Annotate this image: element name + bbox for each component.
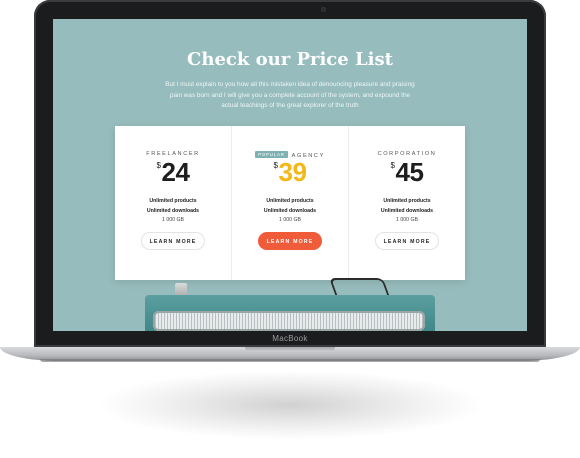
laptop-notch [245,347,335,352]
plan-features: Unlimited products Unlimited downloads 1… [115,197,231,226]
plan-features: Unlimited products Unlimited downloads 1… [349,197,465,226]
laptop-screen: Check our Price List But I must explain … [53,19,527,331]
price-amount: 39 [278,157,307,187]
plan-price: $ 24 [115,157,231,187]
feature-products: Unlimited products [383,198,431,204]
feature-products: Unlimited products [149,198,197,204]
page-title: Check our Price List [187,49,393,70]
plan-features: Unlimited products Unlimited downloads 1… [232,197,348,226]
learn-more-button-corporation[interactable]: LEARN MORE [375,232,439,250]
page-subtext: But I must explain to you how all this m… [165,81,415,109]
laptop-base-rim [40,359,540,362]
feature-downloads: Unlimited downloads [380,207,434,214]
plan-card-agency: POPULAR AGENCY $ 39 Unlimited products Un… [231,126,348,280]
learn-more-button-freelancer[interactable]: LEARN MORE [141,232,205,250]
currency-symbol: $ [156,161,161,170]
plan-price: $ 39 [232,157,348,187]
plan-card-corporation: CORPORATION $ 45 Unlimited products Unli… [348,126,465,280]
speaker-grill-image [153,311,425,331]
feature-downloads: Unlimited downloads [146,207,200,214]
device-brand-label: MacBook [272,334,308,343]
pricing-panel: FREELANCER $ 24 Unlimited products Unlim… [115,126,465,280]
currency-symbol: $ [273,161,278,170]
currency-symbol: $ [390,161,395,170]
plan-card-freelancer: FREELANCER $ 24 Unlimited products Unlim… [115,126,231,280]
laptop-shadow [95,370,485,440]
feature-storage: 1 000 GB [279,217,301,223]
feature-storage: 1 000 GB [162,217,184,223]
price-amount: 45 [395,157,424,187]
price-amount: 24 [161,157,190,187]
learn-more-button-agency[interactable]: LEARN MORE [258,232,322,250]
feature-products: Unlimited products [266,198,314,204]
feature-downloads: Unlimited downloads [263,207,317,214]
camera-icon [321,7,326,12]
feature-storage: 1 000 GB [396,217,418,223]
plan-price: $ 45 [349,157,465,187]
